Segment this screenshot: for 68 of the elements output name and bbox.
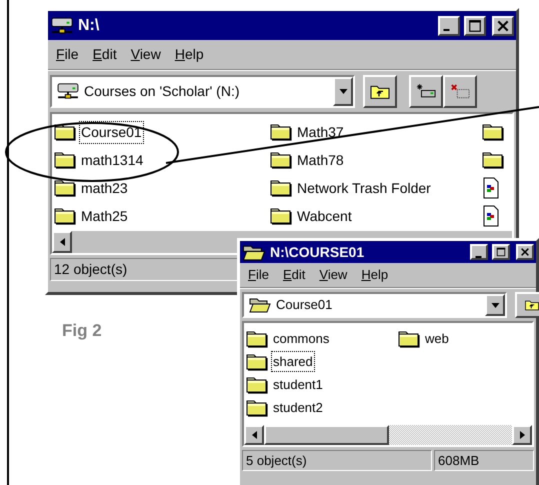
- folder-icon: [270, 179, 292, 197]
- folder-icon: [246, 376, 268, 394]
- folder-icon: [54, 151, 76, 169]
- open-folder-icon: [242, 242, 266, 262]
- scroll-left-icon[interactable]: [52, 231, 72, 253]
- close-icon: [495, 18, 511, 32]
- menu-item[interactable]: Help: [361, 265, 388, 285]
- folder-icon: [270, 123, 292, 141]
- address-dropdown[interactable]: Courses on 'Scholar' (N:): [50, 75, 355, 108]
- menu-item[interactable]: Edit: [92, 44, 117, 65]
- folder-icon: [54, 179, 76, 197]
- scroll-thumb[interactable]: [264, 425, 389, 445]
- up-folder-button[interactable]: [363, 75, 397, 108]
- folder-name[interactable]: Network Trash Folder: [295, 176, 433, 200]
- horizontal-scrollbar[interactable]: [244, 425, 532, 445]
- folder-icon: [54, 207, 76, 225]
- close-icon: [519, 247, 531, 257]
- folder-name[interactable]: Math78: [295, 148, 346, 172]
- open-folder-icon: [247, 296, 273, 314]
- folder-name[interactable]: Wabcent: [295, 204, 354, 228]
- folder-icon: [246, 330, 268, 348]
- document-icon: [482, 205, 500, 227]
- up-folder-icon: [522, 299, 539, 311]
- network-drive-icon: [50, 16, 74, 35]
- folder-icon: [482, 151, 504, 169]
- disconnect-drive-icon: [450, 82, 470, 101]
- minimize-icon: [443, 29, 450, 31]
- map-drive-button[interactable]: [409, 75, 443, 108]
- folder-name[interactable]: shared: [271, 350, 315, 372]
- folder-name[interactable]: web: [423, 328, 451, 350]
- folder-icon: [398, 330, 420, 348]
- status-text: 5 object(s): [242, 450, 432, 471]
- close-button[interactable]: [492, 16, 514, 36]
- document-icon: [482, 177, 500, 199]
- maximize-icon: [467, 18, 483, 32]
- folder-icon: [246, 398, 268, 416]
- minimize-button[interactable]: [470, 244, 488, 260]
- up-folder-button[interactable]: [515, 292, 539, 318]
- menu-item[interactable]: Help: [174, 44, 204, 65]
- folder-name[interactable]: math1314: [79, 148, 146, 172]
- minimize-button[interactable]: [438, 16, 460, 36]
- network-drive-icon: [55, 82, 81, 100]
- address-dropdown[interactable]: Course01: [242, 292, 507, 318]
- maximize-button[interactable]: [464, 16, 486, 36]
- status-text: 608MB: [434, 450, 534, 471]
- folder-icon: [270, 207, 292, 225]
- close-button[interactable]: [516, 244, 534, 260]
- folder-icon: [246, 352, 268, 370]
- folder-icon: [54, 123, 76, 141]
- maximize-button[interactable]: [492, 244, 510, 260]
- folder-name[interactable]: math23: [79, 176, 130, 200]
- scroll-left-icon[interactable]: [244, 425, 264, 445]
- minimize-icon: [475, 256, 482, 258]
- maximize-icon: [495, 247, 507, 257]
- folder-icon: [482, 123, 504, 141]
- folder-name[interactable]: student1: [271, 374, 325, 396]
- folder-name[interactable]: Math37: [295, 120, 346, 144]
- folder-name[interactable]: Course01: [79, 120, 144, 144]
- scroll-right-icon[interactable]: [512, 425, 532, 445]
- folder-icon: [270, 151, 292, 169]
- disconnect-button[interactable]: [443, 75, 477, 108]
- menu-item[interactable]: File: [56, 44, 79, 65]
- figure-caption: Fig 2: [62, 320, 102, 342]
- window-title: N:\: [78, 16, 100, 36]
- menu-item[interactable]: View: [130, 44, 161, 65]
- folder-name[interactable]: Math25: [79, 204, 130, 228]
- folder-name[interactable]: student2: [271, 396, 325, 418]
- folder-name[interactable]: commons: [271, 328, 332, 350]
